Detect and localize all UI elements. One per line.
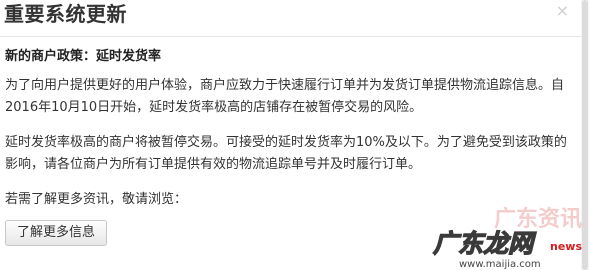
update-dialog: 重要系统更新 × 新的商户政策：延时发货率 为了向用户提供更好的用户体验，商户应… [0,0,589,270]
policy-title: 新的商户政策：延时发货率 [5,49,162,64]
policy-paragraph-threshold: 延时发货率极高的商户将被暂停交易。可接受的延时发货率为10%及以下。为了避免受到… [5,135,567,172]
watermark-text-url: www.maijia.com [459,259,541,270]
watermark-text-news: news [550,240,582,253]
watermark-text-main: 广东龙网 [433,229,537,258]
policy-paragraph-intro: 为了向用户提供更好的用户体验，商户应致力于快速履行订单并为发货订单提供物流追踪信… [5,78,565,115]
dialog-header: 重要系统更新 × [0,0,589,34]
dialog-title: 重要系统更新 [4,2,127,26]
close-icon[interactable]: × [556,2,569,20]
watermark-logo: 广东资讯 广东龙网 news www.maijia.com [432,206,582,270]
learn-more-button[interactable]: 了解更多信息 [5,220,108,246]
header-divider [0,36,589,37]
